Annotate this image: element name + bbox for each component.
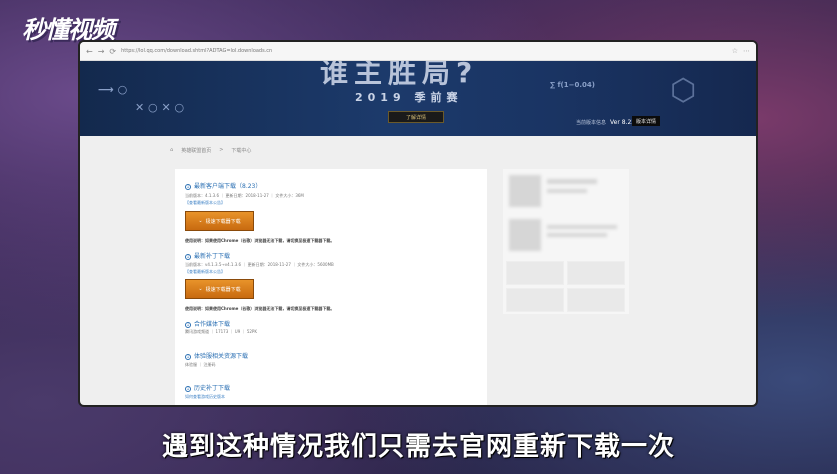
sidebar-link-tile[interactable] — [567, 261, 625, 285]
download-panel: ↓ 最新客户端下载（8.23） 当前版本：4.1.3.6 ｜ 更新日期：2018-… — [175, 169, 487, 405]
back-button[interactable]: ← — [86, 47, 93, 56]
menu-icon[interactable]: ⋯ — [743, 47, 750, 55]
helmet-doodle-icon: ⬡ — [670, 73, 697, 108]
history-link[interactable]: 如何查看游戏历史版本 — [185, 394, 225, 400]
version-label: 当前版本信息 — [576, 120, 607, 126]
sidebar-text — [547, 189, 587, 193]
qr-code-image — [509, 175, 541, 207]
section-title: 最新补丁下载 — [194, 253, 231, 260]
home-icon: ⌂ — [170, 147, 174, 153]
breadcrumb-current: 下载中心 — [231, 148, 252, 154]
sidebar-text — [547, 233, 607, 237]
refresh-button[interactable]: ⟳ — [109, 47, 116, 56]
tactics-doodle-icon: ⟶ ○ — [98, 83, 128, 96]
sidebar-text — [547, 225, 617, 229]
client-notice-link[interactable]: 【查看最新版本公告】 — [185, 200, 225, 206]
page-banner: ⟶ ○ ✕ ○ ✕ ○ ∑ f(1−0.04) ⬡ 谁主胜局? 2019 季前赛… — [80, 61, 756, 136]
video-subtitle: 遇到这种情况我们只需去官网重新下载一次 — [161, 432, 675, 462]
client-download-button[interactable]: ⌄ 极速下载器下载 — [185, 211, 254, 231]
browser-window: ← → ⟳ https://lol.qq.com/download.shtml?… — [78, 40, 758, 407]
changelog-button[interactable]: 版本详情 — [632, 116, 660, 126]
sidebar-panel — [503, 169, 629, 314]
download-icon: ↓ — [185, 353, 191, 360]
button-label: 极速下载器下载 — [205, 286, 241, 293]
chevron-down-icon: ⌄ — [198, 218, 203, 224]
section-pbe-meta[interactable]: 体验服 ｜ 注册码 — [185, 362, 216, 368]
section-title: 合作媒体下载 — [194, 321, 231, 328]
breadcrumb-separator: > — [219, 147, 224, 153]
download-icon: ↓ — [185, 253, 191, 260]
section-title: 历史补丁下载 — [194, 385, 231, 392]
tactics-doodle-icon: ✕ ○ ✕ ○ — [135, 101, 185, 114]
sidebar-link-tile[interactable] — [506, 261, 564, 285]
version-info: 当前版本信息 Ver 8.23 — [576, 119, 635, 126]
section-history-title[interactable]: ↓ 历史补丁下载 — [185, 383, 230, 392]
section-media-meta[interactable]: 腾讯游戏频道 ｜ 17173 ｜ U9 ｜ 52PK — [185, 329, 257, 335]
learn-more-button[interactable]: 了解详情 — [388, 111, 444, 123]
download-icon: ↓ — [185, 321, 191, 328]
formula-doodle-icon: ∑ f(1−0.04) — [550, 81, 595, 89]
download-icon: ↓ — [185, 385, 191, 392]
download-icon: ↓ — [185, 183, 191, 190]
chevron-down-icon: ⌄ — [198, 286, 203, 292]
url-input[interactable]: https://lol.qq.com/download.shtml?ADTAG=… — [121, 48, 727, 54]
section-patch-title[interactable]: ↓ 最新补丁下载 — [185, 251, 230, 260]
section-client-title[interactable]: ↓ 最新客户端下载（8.23） — [185, 181, 261, 190]
sidebar-link-tile[interactable] — [506, 288, 564, 312]
address-bar: ← → ⟳ https://lol.qq.com/download.shtml?… — [80, 42, 756, 61]
patch-notice-link[interactable]: 【查看最新版本公告】 — [185, 269, 225, 275]
forward-button[interactable]: → — [98, 47, 105, 56]
star-icon[interactable]: ☆ — [732, 47, 738, 55]
client-tip: 使用说明：如果使用Chrome（谷歌）浏览器无法下载，请切换至极速下载器下载。 — [185, 238, 335, 243]
sidebar-text — [547, 179, 597, 184]
sidebar-link-tile[interactable] — [567, 288, 625, 312]
breadcrumb-home[interactable]: 英雄联盟首页 — [181, 147, 211, 154]
section-client-meta: 当前版本：4.1.3.6 ｜ 更新日期：2018-11-27 ｜ 文件大小：36… — [185, 193, 304, 198]
patch-tip: 使用说明：如果使用Chrome（谷歌）浏览器无法下载，请切换至极速下载器下载。 — [185, 306, 335, 311]
breadcrumb: ⌂ 英雄联盟首页 > 下载中心 — [170, 147, 251, 154]
section-title: 体验服相关资源下载 — [194, 353, 249, 360]
section-media-title[interactable]: ↓ 合作媒体下载 — [185, 319, 230, 328]
section-pbe-title[interactable]: ↓ 体验服相关资源下载 — [185, 351, 248, 360]
section-title: 最新客户端下载（8.23） — [194, 183, 262, 190]
banner-title: 谁主胜局? — [320, 61, 479, 89]
qr-code-image — [509, 219, 541, 251]
banner-season: 2019 季前赛 — [355, 91, 463, 104]
button-label: 极速下载器下载 — [205, 218, 241, 225]
section-patch-meta: 当前版本：v4.1.3.5→v4.1.3.6 ｜ 更新日期：2018-11-27… — [185, 262, 334, 267]
patch-download-button[interactable]: ⌄ 极速下载器下载 — [185, 279, 254, 299]
